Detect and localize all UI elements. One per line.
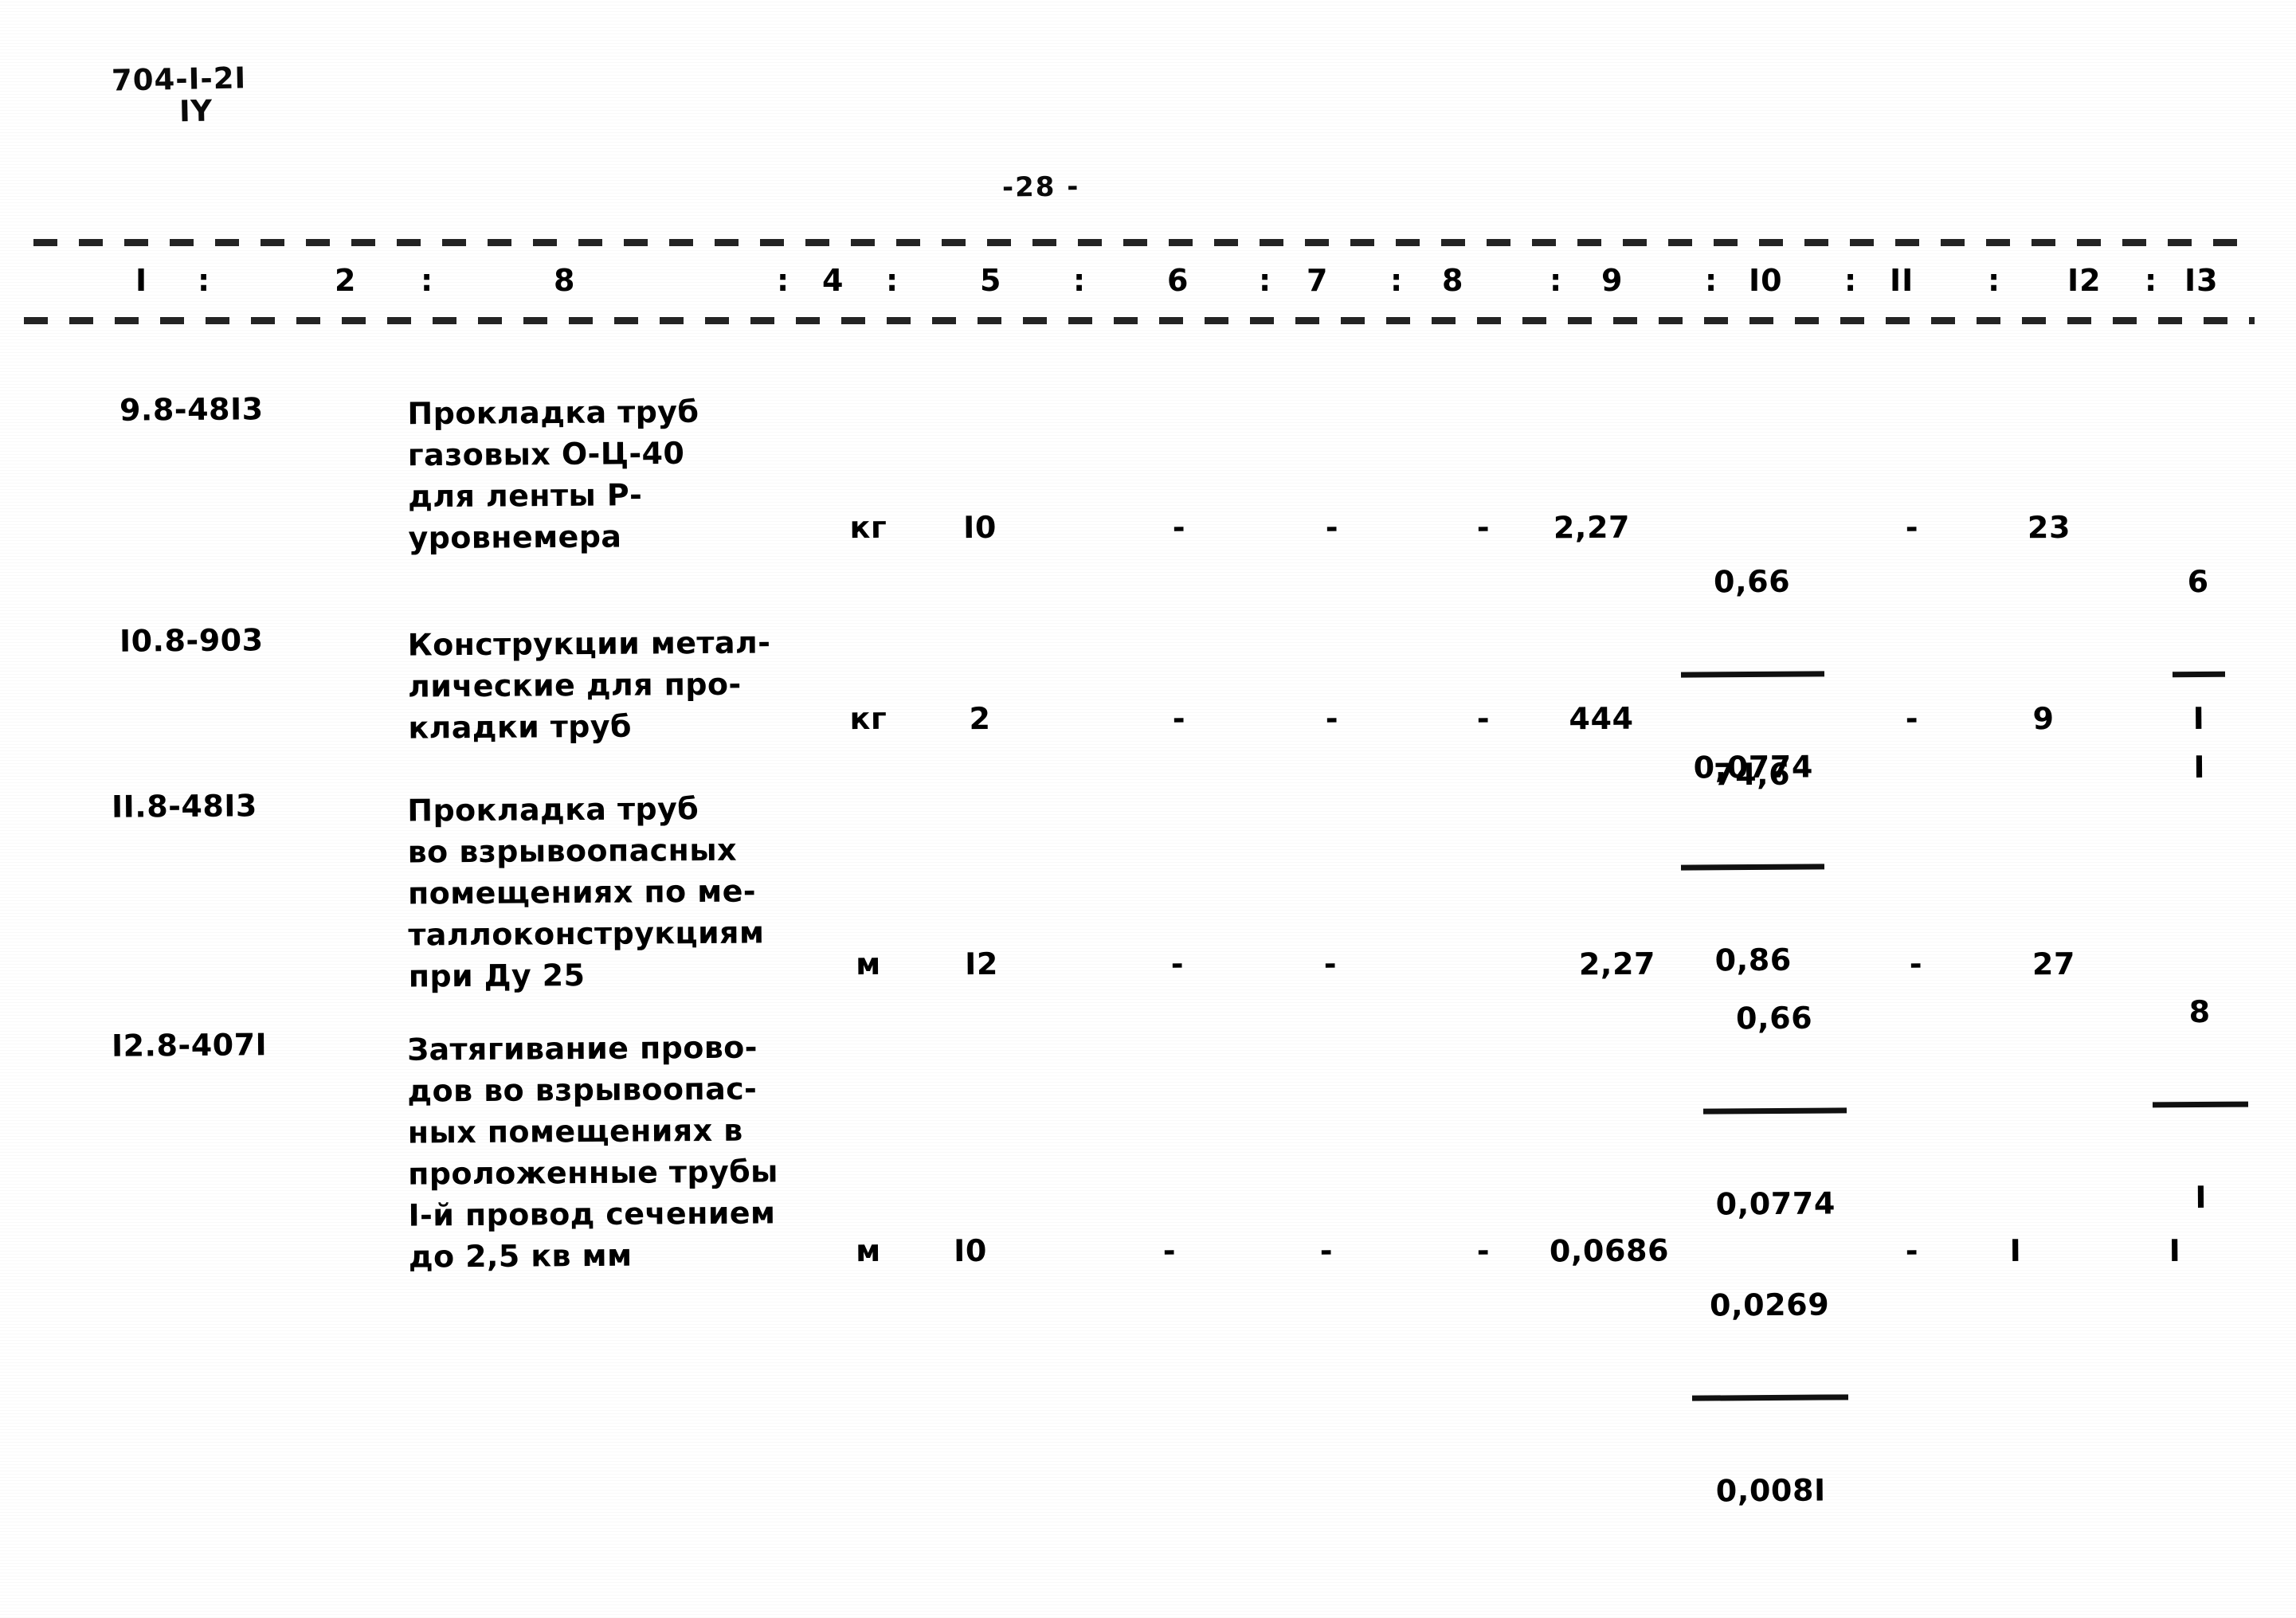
row-col11: -	[1905, 1232, 1919, 1269]
row-unit: кг	[849, 509, 887, 546]
row-description: Прокладка труб во взрывоопасных помещени…	[407, 791, 765, 994]
fraction-bar	[1680, 864, 1825, 871]
row-col12: 23	[2027, 509, 2071, 546]
row-description: Затягивание прово- дов во взрывоопас- ны…	[406, 1029, 778, 1275]
row-code: 9.8-48I3	[119, 391, 264, 428]
column-header-6: 6	[1167, 263, 1189, 298]
row-col11: -	[1905, 700, 1919, 737]
page-number: -28 -	[1001, 170, 1080, 204]
fraction-bar	[1680, 671, 1825, 678]
row-col9: 0,0686	[1549, 1232, 1670, 1269]
row-quantity: 2	[969, 700, 991, 737]
fraction-denominator: I	[2195, 1179, 2208, 1216]
row-col12: 27	[2032, 946, 2076, 982]
row-unit: м	[856, 946, 881, 982]
fraction-numerator: 8	[2188, 993, 2211, 1030]
document-code: 704-I-2I	[111, 61, 247, 98]
row-col12: 9	[2032, 700, 2055, 737]
column-header-7: 7	[1307, 263, 1329, 298]
row-col11: -	[1905, 509, 1919, 546]
fraction-numerator: 0,66	[1713, 563, 1791, 600]
row-col13: I	[2192, 700, 2205, 737]
row-col13-fraction: 6 I	[2171, 494, 2226, 855]
column-sep-9: :	[1705, 263, 1718, 298]
row-description: Конструкции метал- лические для про- кла…	[407, 625, 771, 746]
row-col9: 444	[1569, 700, 1634, 737]
column-sep-2: :	[421, 263, 434, 298]
table-top-rule	[33, 239, 2256, 246]
fraction-bar	[1702, 1107, 1847, 1115]
row-col6: -	[1172, 509, 1186, 546]
row-col6: -	[1172, 700, 1186, 737]
row-col8: -	[1476, 509, 1491, 546]
row-code: I2.8-407I	[111, 1027, 268, 1064]
column-sep-11: :	[1988, 263, 2001, 298]
column-header-8: 8	[1442, 263, 1464, 298]
column-header-11: II	[1890, 263, 1914, 298]
column-sep-4: :	[886, 263, 899, 298]
column-sep-6: :	[1259, 263, 1272, 298]
fraction-numerator: 74,6	[1713, 756, 1791, 793]
column-header-4: 4	[822, 263, 844, 298]
fraction-bar	[1691, 1394, 1849, 1401]
row-col9: 2,27	[1578, 946, 1656, 982]
row-col8: -	[1476, 700, 1491, 737]
column-sep-8: :	[1550, 263, 1563, 298]
document-series: IY	[178, 93, 213, 129]
row-col10-fraction: 0,0269 0,008I	[1691, 1216, 1849, 1578]
fraction-bar	[2172, 671, 2226, 678]
column-header-13: I3	[2184, 263, 2219, 298]
row-quantity: I2	[964, 946, 999, 982]
column-header-9: 9	[1601, 263, 1624, 298]
column-header-12: I2	[2067, 263, 2102, 298]
fraction-denominator: I	[2193, 749, 2206, 785]
row-description: Прокладка труб газовых О-Ц-40 для ленты …	[407, 394, 699, 556]
row-col8: -	[1476, 1232, 1491, 1269]
row-col6: -	[1162, 1232, 1177, 1269]
column-sep-1: :	[198, 263, 211, 298]
fraction-bar	[2152, 1101, 2249, 1108]
table-header-bottom-rule	[24, 317, 2255, 324]
row-col11: -	[1909, 946, 1923, 982]
fraction-numerator: 0,0269	[1709, 1287, 1830, 1323]
row-col7: -	[1319, 1232, 1334, 1269]
row-col6: -	[1170, 946, 1185, 982]
row-col12: I	[2009, 1232, 2022, 1269]
column-header-2: 2	[335, 263, 357, 298]
column-header-3: 8	[554, 263, 576, 298]
row-col13: I	[2169, 1232, 2181, 1269]
row-col7: -	[1325, 509, 1339, 546]
column-sep-5: :	[1073, 263, 1087, 298]
row-quantity: I0	[962, 509, 997, 546]
row-unit: м	[856, 1232, 881, 1269]
row-col13-fraction: 8 I	[2151, 924, 2249, 1286]
fraction-numerator: 0,66	[1735, 1000, 1813, 1036]
column-sep-3: :	[777, 263, 790, 298]
row-code: II.8-48I3	[111, 788, 258, 825]
column-header-5: 5	[980, 263, 1002, 298]
fraction-denominator: 0,008I	[1715, 1472, 1826, 1509]
row-code: I0.8-903	[119, 622, 264, 659]
row-col7: -	[1325, 700, 1339, 737]
column-sep-7: :	[1390, 263, 1404, 298]
row-unit: кг	[849, 700, 887, 737]
row-col7: -	[1323, 946, 1338, 982]
row-quantity: I0	[953, 1232, 988, 1269]
column-header-10: I0	[1749, 263, 1783, 298]
row-col9: 2,27	[1553, 509, 1631, 546]
column-sep-10: :	[1844, 263, 1858, 298]
column-sep-12: :	[2145, 263, 2158, 298]
fraction-numerator: 6	[2187, 563, 2209, 600]
column-header-1: I	[135, 263, 148, 298]
